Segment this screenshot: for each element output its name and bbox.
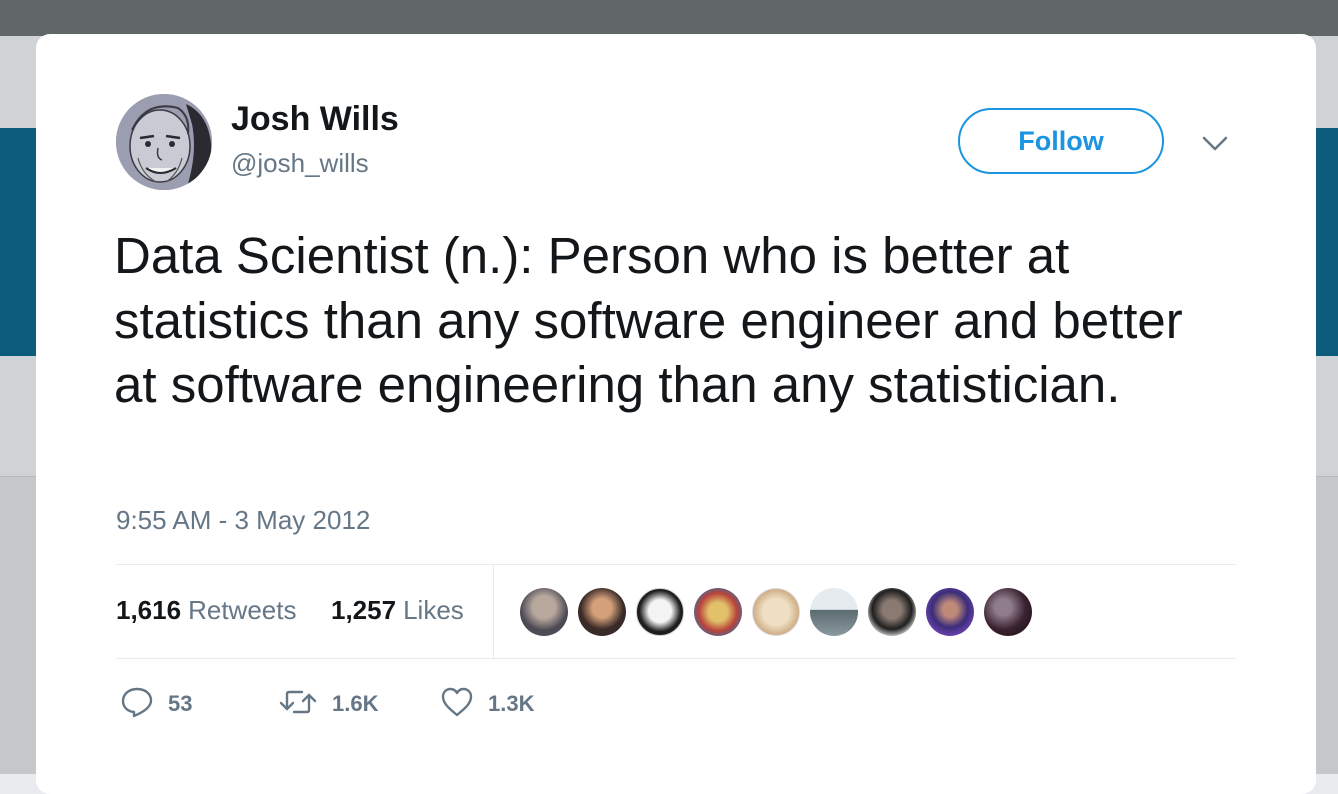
liker-avatar[interactable]: [810, 588, 858, 636]
author-avatar[interactable]: [116, 94, 212, 190]
liker-avatar[interactable]: [578, 588, 626, 636]
reply-button[interactable]: 53: [120, 684, 192, 724]
liker-avatar[interactable]: [752, 588, 800, 636]
liker-avatar[interactable]: [520, 588, 568, 636]
follow-button[interactable]: Follow: [958, 108, 1164, 174]
retweets-count: 1,616: [116, 595, 182, 625]
stats-bottom-divider: [116, 658, 1236, 659]
retweet-count: 1.6K: [332, 691, 379, 716]
liker-avatar[interactable]: [926, 588, 974, 636]
retweets-label: Retweets: [188, 595, 297, 625]
stats-vertical-divider: [493, 565, 494, 658]
liker-avatar[interactable]: [636, 588, 684, 636]
backdrop-top-bar: [0, 0, 1338, 36]
likes-label: Likes: [403, 595, 464, 625]
tweet-timestamp[interactable]: 9:55 AM - 3 May 2012: [116, 505, 370, 536]
like-count: 1.3K: [488, 691, 535, 716]
liker-avatar[interactable]: [694, 588, 742, 636]
liker-avatar[interactable]: [984, 588, 1032, 636]
tweet-text: Data Scientist (n.): Person who is bette…: [114, 227, 1183, 413]
like-button[interactable]: 1.3K: [440, 684, 534, 724]
tweet-modal: Josh Wills @josh_wills Follow Data Scien…: [36, 34, 1316, 794]
chevron-down-icon[interactable]: [1200, 132, 1230, 156]
reply-count: 53: [168, 691, 193, 716]
likes-stat[interactable]: 1,257 Likes: [331, 595, 464, 626]
retweets-stat[interactable]: 1,616 Retweets: [116, 595, 296, 626]
author-handle[interactable]: @josh_wills: [231, 148, 369, 179]
retweet-arrows-icon: [278, 687, 318, 722]
liker-avatar[interactable]: [868, 588, 916, 636]
heart-outline-icon: [440, 686, 474, 723]
likes-count: 1,257: [331, 595, 397, 625]
retweet-button[interactable]: 1.6K: [278, 684, 378, 724]
speech-bubble-icon: [120, 685, 154, 724]
stats-top-divider: [116, 564, 1236, 565]
author-name[interactable]: Josh Wills: [231, 100, 399, 139]
